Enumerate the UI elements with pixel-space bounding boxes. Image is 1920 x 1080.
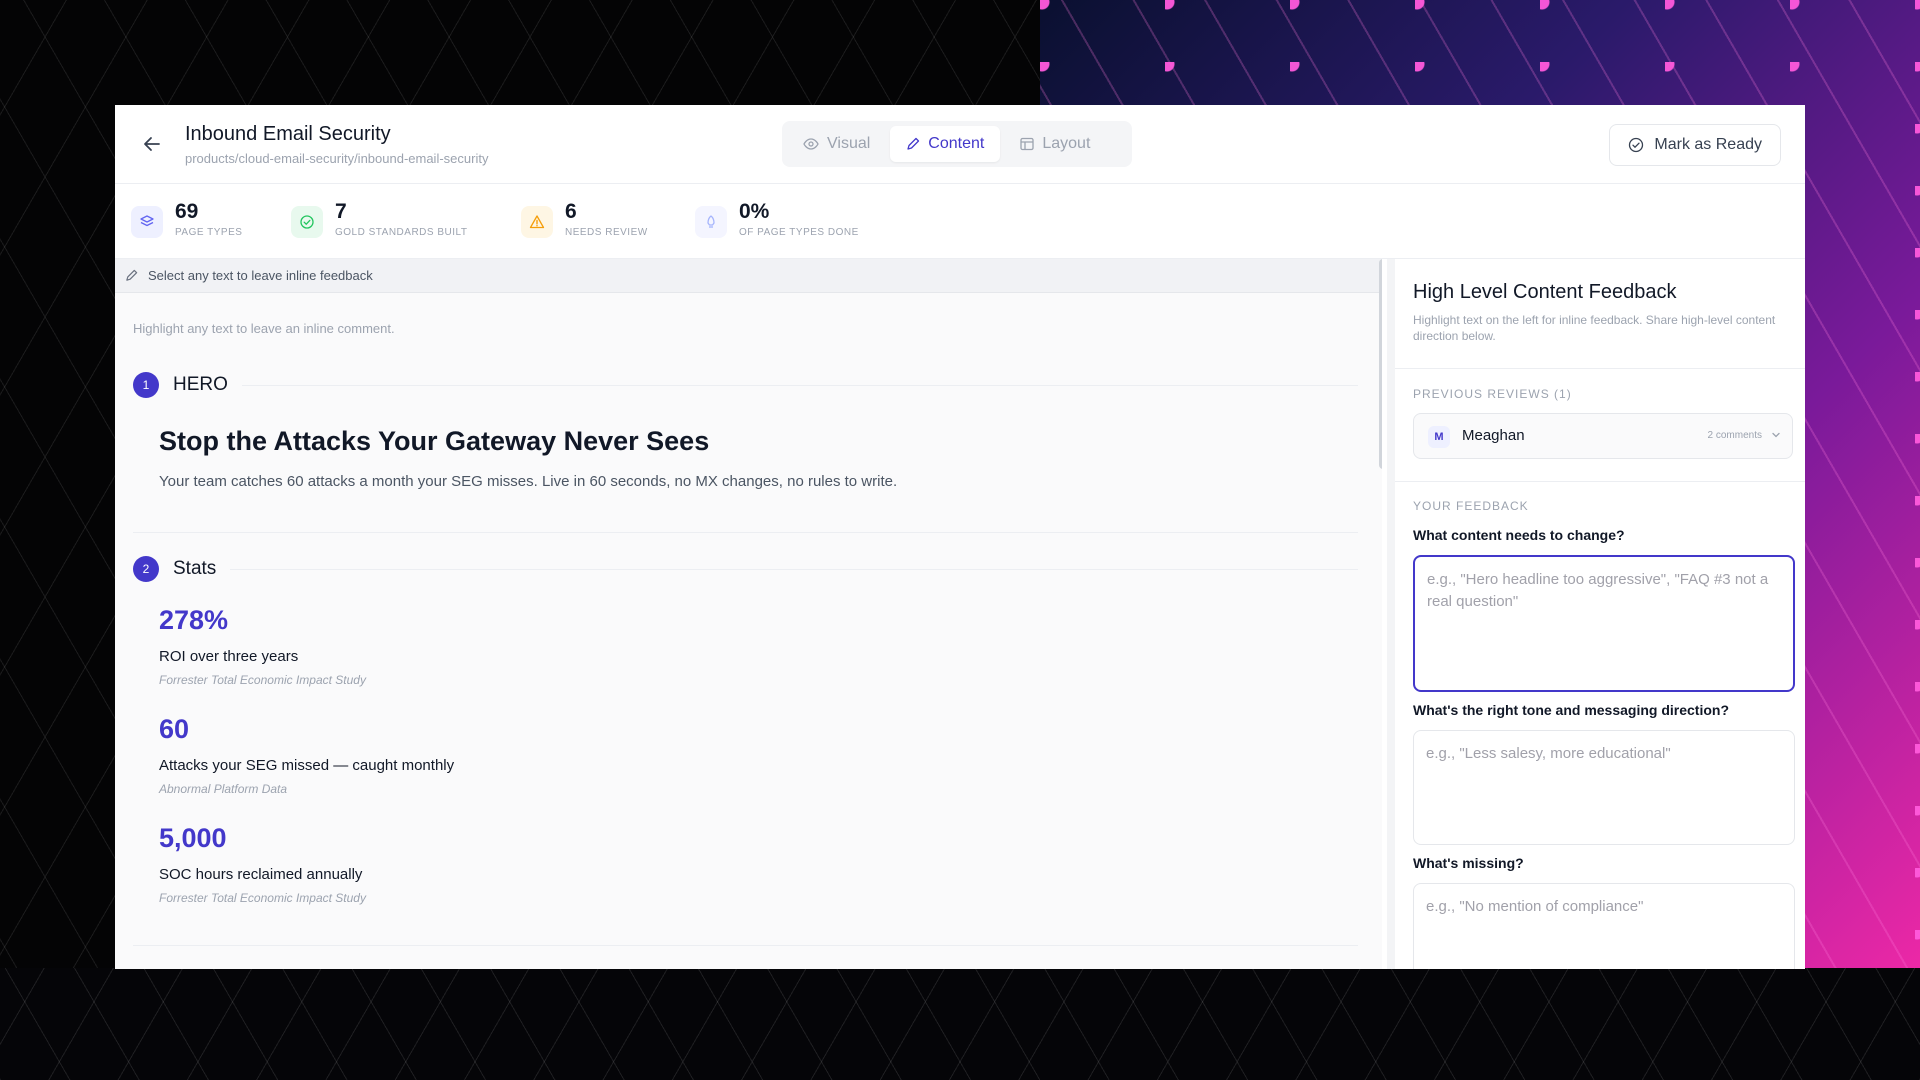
rocket-icon (695, 206, 727, 238)
stat-label: NEEDS REVIEW (565, 227, 648, 238)
page-path: products/cloud-email-security/inbound-em… (185, 151, 489, 166)
question-label: What content needs to change? (1413, 527, 1625, 543)
stat-label: PAGE TYPES (175, 227, 243, 238)
previous-reviews-label: PREVIOUS REVIEWS (1) (1413, 387, 1572, 401)
divider (1395, 368, 1805, 369)
reviewer-name: Meaghan (1462, 427, 1525, 444)
content-preview: Select any text to leave inline feedback… (115, 259, 1382, 969)
mark-as-ready-label: Mark as Ready (1654, 136, 1762, 153)
stat-item-value[interactable]: 278% (159, 605, 228, 636)
hero-subhead[interactable]: Your team catches 60 attacks a month you… (159, 473, 897, 490)
section-title: HERO (173, 374, 228, 395)
stat-item-source[interactable]: Abnormal Platform Data (159, 782, 287, 796)
section-number: 1 (133, 372, 159, 398)
inline-comment-hint: Highlight any text to leave an inline co… (133, 321, 395, 336)
mark-as-ready-button[interactable]: Mark as Ready (1609, 124, 1781, 166)
content-scrollbar[interactable] (1379, 259, 1382, 469)
section-rule (241, 384, 1358, 386)
feedback-panel: High Level Content Feedback Highlight te… (1395, 259, 1805, 969)
stat-item-source[interactable]: Forrester Total Economic Impact Study (159, 673, 366, 687)
inline-feedback-text: Select any text to leave inline feedback (148, 268, 373, 283)
stat-value: 7 (335, 200, 347, 223)
feedback-panel-subtitle: Highlight text on the left for inline fe… (1413, 313, 1776, 343)
tab-content-label: Content (928, 135, 985, 152)
question-label: What's the right tone and messaging dire… (1413, 702, 1730, 718)
section-number: 2 (133, 556, 159, 582)
your-feedback-label: YOUR FEEDBACK (1413, 499, 1529, 513)
stat-page-types: 69 PAGE TYPES (131, 200, 242, 238)
warning-icon (521, 206, 553, 238)
stats-bar: 69 PAGE TYPES 7 GOLD STANDARDS BUILT 6 N… (115, 184, 1805, 259)
stat-item-desc[interactable]: Attacks your SEG missed — caught monthly (159, 757, 454, 774)
stat-value: 69 (175, 200, 199, 223)
tone-direction-textarea[interactable] (1413, 730, 1795, 845)
background-grid-bottom (0, 968, 1920, 1080)
tab-content[interactable]: Content (890, 126, 1001, 162)
arrow-left-icon (144, 137, 160, 151)
stat-done: 0% OF PAGE TYPES DONE (695, 200, 859, 238)
pencil-icon (907, 137, 920, 150)
divider (1395, 481, 1805, 482)
back-button[interactable] (139, 131, 165, 157)
tab-visual-label: Visual (827, 135, 871, 152)
stat-value: 6 (565, 200, 577, 223)
page-title: Inbound Email Security (185, 123, 391, 145)
check-circle-icon (291, 206, 323, 238)
stat-item-value[interactable]: 5,000 (159, 823, 227, 854)
section-header-stats: 2 Stats (133, 556, 1358, 582)
chevron-down-icon (1772, 432, 1780, 438)
tab-layout[interactable]: Layout (1004, 126, 1106, 162)
stat-item-desc[interactable]: SOC hours reclaimed annually (159, 866, 362, 883)
section-title: Stats (173, 558, 217, 579)
hero-headline[interactable]: Stop the Attacks Your Gateway Never Sees (159, 426, 709, 457)
stat-needs-review: 6 NEEDS REVIEW (521, 200, 648, 238)
layout-icon (1020, 137, 1034, 151)
content-change-textarea[interactable] (1413, 555, 1795, 692)
tab-visual[interactable]: Visual (787, 126, 886, 162)
section-divider (133, 532, 1358, 533)
eye-icon (803, 138, 819, 150)
missing-content-textarea[interactable] (1413, 883, 1795, 969)
stat-item-desc[interactable]: ROI over three years (159, 648, 298, 665)
check-circle-icon (1629, 137, 1644, 153)
review-item-meaghan[interactable]: M Meaghan 2 comments (1413, 413, 1793, 459)
stat-gold-standards: 7 GOLD STANDARDS BUILT (291, 200, 467, 238)
section-header-hero: 1 HERO (133, 372, 1358, 398)
app-window: Inbound Email Security products/cloud-em… (115, 105, 1805, 969)
tab-layout-label: Layout (1042, 135, 1091, 152)
pencil-icon (126, 269, 138, 281)
header: Inbound Email Security products/cloud-em… (115, 105, 1805, 184)
section-rule (230, 568, 1358, 570)
panel-separator (1387, 259, 1395, 969)
feedback-panel-title: High Level Content Feedback (1413, 281, 1677, 303)
inline-feedback-bar: Select any text to leave inline feedback (115, 259, 1382, 293)
comment-count: 2 comments (1707, 430, 1762, 441)
stat-label: OF PAGE TYPES DONE (739, 227, 859, 238)
avatar: M (1428, 426, 1450, 448)
stat-item-source[interactable]: Forrester Total Economic Impact Study (159, 891, 366, 905)
section-divider (133, 945, 1358, 946)
view-tabs: Visual Content Layout (782, 121, 1132, 167)
stat-item-value[interactable]: 60 (159, 714, 189, 745)
question-label: What's missing? (1413, 855, 1524, 871)
stat-value: 0% (739, 200, 770, 223)
layers-icon (131, 206, 163, 238)
stat-label: GOLD STANDARDS BUILT (335, 227, 468, 238)
